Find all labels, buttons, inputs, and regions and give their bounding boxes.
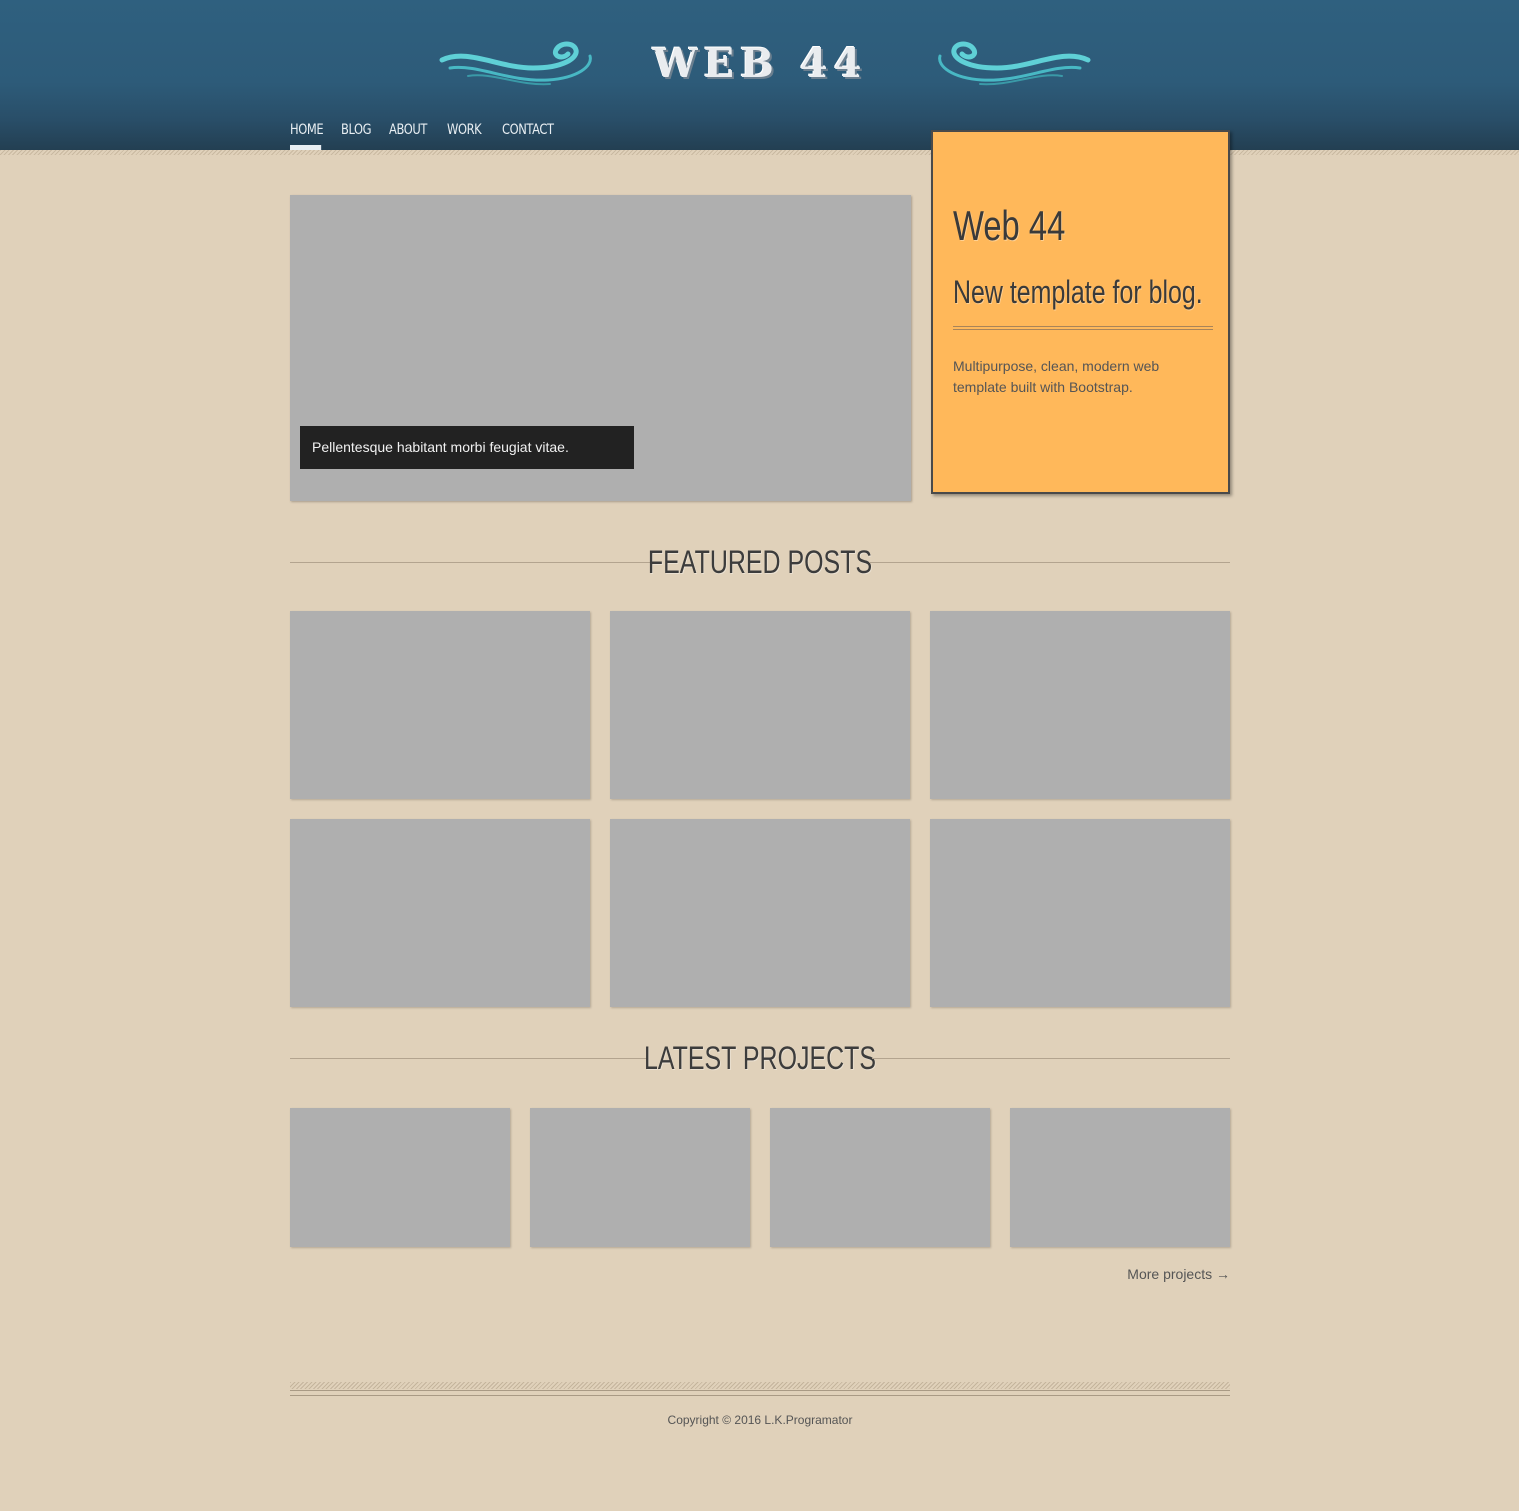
project-tile[interactable] (770, 1108, 990, 1247)
nav-item-contact[interactable]: CONTACT (502, 118, 554, 150)
featured-post-tile[interactable] (930, 611, 1230, 799)
nav-item-home[interactable]: HOME (290, 118, 324, 150)
promo-subtitle: New template for blog. (953, 274, 1203, 310)
featured-post-tile[interactable] (610, 819, 910, 1007)
nav-item-blog[interactable]: BLOG (341, 118, 372, 150)
promo-description: Multipurpose, clean, modern web template… (953, 358, 1160, 395)
footer-divider-stripe (290, 1382, 1230, 1389)
copyright-text: Copyright © 2016 L.K.Programator (667, 1413, 853, 1427)
promo-box: Web 44 New template for blog. Multipurpo… (931, 130, 1230, 494)
promo-divider (953, 326, 1213, 330)
main-nav: HOME BLOG ABOUT WORK CONTACT (290, 118, 570, 150)
site-logo[interactable]: WEB 44 (560, 36, 960, 92)
header-divider-stripe (0, 150, 1519, 155)
slider-caption: Pellentesque habitant morbi feugiat vita… (300, 426, 634, 469)
site-header: WEB 44 HOME BLOG ABOUT WORK CONTACT (0, 0, 1519, 150)
more-projects-link[interactable]: More projects → (1080, 1266, 1230, 1282)
latest-projects-heading: LATEST PROJECTS (290, 1038, 1230, 1078)
heading-line-right (869, 562, 1230, 563)
hero-slider[interactable]: Pellentesque habitant morbi feugiat vita… (290, 195, 911, 501)
swirl-ornament-right-icon (938, 41, 1091, 86)
footer-divider-lines (290, 1390, 1230, 1396)
nav-item-work[interactable]: WORK (447, 118, 482, 150)
project-tile[interactable] (1010, 1108, 1230, 1247)
project-tile[interactable] (290, 1108, 510, 1247)
featured-post-tile[interactable] (610, 611, 910, 799)
featured-post-tile[interactable] (290, 611, 590, 799)
nav-item-about[interactable]: ABOUT (389, 118, 427, 150)
featured-posts-heading: FEATURED POSTS (290, 542, 1230, 582)
featured-post-tile[interactable] (290, 819, 590, 1007)
promo-title: Web 44 (953, 202, 1066, 249)
featured-post-tile[interactable] (930, 819, 1230, 1007)
heading-line-right (872, 1058, 1230, 1059)
project-tile[interactable] (530, 1108, 750, 1247)
